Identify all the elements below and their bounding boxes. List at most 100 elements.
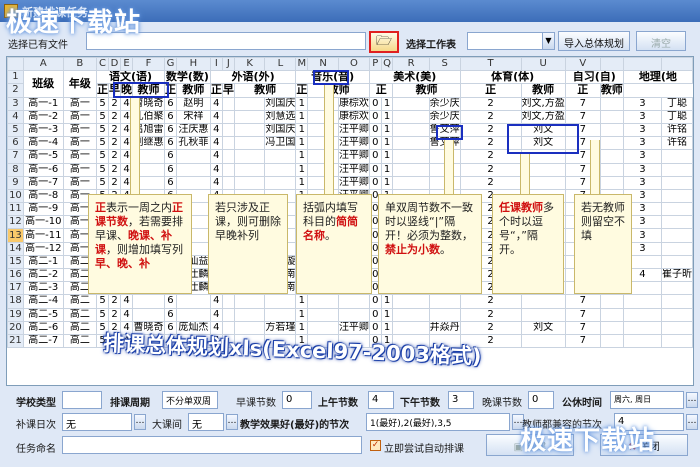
table-cell[interactable]: 2	[108, 122, 122, 138]
am-count-input[interactable]: 4	[368, 391, 394, 409]
table-cell[interactable]: 0	[368, 136, 382, 151]
table-cell[interactable]: 汪平卿	[337, 136, 370, 151]
table-cell[interactable]	[661, 254, 693, 270]
table-cell[interactable]: 汪庆惠	[175, 122, 211, 138]
row-header[interactable]: 3	[7, 96, 24, 111]
table-cell[interactable]: 高二-6	[22, 320, 64, 335]
table-cell[interactable]: 4	[209, 122, 223, 138]
col-letter[interactable]: D	[108, 57, 122, 72]
row-header[interactable]: 9	[7, 175, 24, 190]
table-cell[interactable]: 高一	[62, 109, 98, 124]
table-cell[interactable]: 2	[108, 96, 122, 111]
table-cell[interactable]: 6	[163, 136, 177, 151]
table-cell[interactable]	[661, 215, 693, 230]
header-cell[interactable]: 正	[459, 83, 522, 98]
table-cell[interactable]: 2	[459, 96, 522, 111]
row-header[interactable]: 14	[7, 241, 24, 256]
table-cell[interactable]: 5	[96, 149, 110, 164]
task-name-input[interactable]	[62, 436, 362, 454]
table-cell[interactable]	[661, 188, 693, 204]
table-cell[interactable]	[221, 136, 235, 151]
table-cell[interactable]	[221, 109, 235, 124]
table-cell[interactable]	[428, 307, 461, 322]
table-cell[interactable]	[221, 122, 235, 138]
table-cell[interactable]: 0	[368, 149, 382, 164]
big-break-picker-icon[interactable]: …	[226, 414, 238, 430]
col-letter[interactable]: O	[337, 57, 370, 72]
table-cell[interactable]	[233, 294, 266, 309]
table-cell[interactable]: 2	[108, 149, 122, 164]
table-cell[interactable]: 高一	[62, 175, 98, 190]
table-cell[interactable]: 汪平卿	[337, 320, 370, 335]
col-letter[interactable]: Q	[380, 57, 394, 72]
table-cell[interactable]: 1	[380, 149, 394, 164]
table-cell[interactable]: 2	[459, 109, 522, 124]
table-cell[interactable]	[520, 333, 566, 349]
table-cell[interactable]: 高一	[62, 136, 98, 151]
header-cell[interactable]: 教师	[520, 83, 566, 98]
table-cell[interactable]: 2	[108, 109, 122, 124]
table-cell[interactable]: 6	[163, 162, 177, 177]
table-cell[interactable]	[392, 294, 430, 309]
open-folder-button[interactable]: 🗁	[369, 31, 399, 53]
table-cell[interactable]	[264, 307, 297, 322]
table-cell[interactable]: 3	[622, 96, 663, 111]
table-cell[interactable]: 高一-7	[22, 175, 64, 190]
table-cell[interactable]: 6	[163, 96, 177, 111]
table-cell[interactable]	[622, 307, 663, 322]
table-cell[interactable]	[392, 175, 430, 190]
table-cell[interactable]: 1	[295, 307, 309, 322]
table-cell[interactable]: 4	[209, 175, 223, 190]
row-header[interactable]: 13	[7, 228, 24, 243]
table-cell[interactable]: 6	[163, 307, 177, 322]
table-cell[interactable]	[661, 281, 693, 296]
table-cell[interactable]	[622, 294, 663, 309]
table-cell[interactable]: 7	[564, 320, 601, 335]
table-cell[interactable]: 6	[163, 122, 177, 138]
table-cell[interactable]: 1	[380, 122, 394, 138]
table-cell[interactable]	[307, 320, 339, 335]
table-cell[interactable]: 7	[564, 333, 601, 349]
table-cell[interactable]	[392, 162, 430, 177]
col-letter[interactable]: R	[392, 57, 430, 72]
table-cell[interactable]: 刘文	[520, 320, 566, 335]
table-cell[interactable]	[233, 136, 266, 151]
table-cell[interactable]: 6	[163, 149, 177, 164]
table-cell[interactable]: 2	[459, 162, 522, 177]
table-cell[interactable]: 5	[96, 96, 110, 111]
makeup-days-picker-icon[interactable]: …	[134, 414, 146, 430]
table-cell[interactable]: 1	[295, 109, 309, 124]
table-cell[interactable]: 丁聪	[661, 109, 693, 124]
clear-button[interactable]: 清空	[636, 31, 686, 51]
table-cell[interactable]: 高二-4	[22, 294, 64, 309]
table-cell[interactable]: 3	[622, 122, 663, 138]
table-cell[interactable]: 高一-12	[22, 241, 64, 256]
table-cell[interactable]: 5	[96, 109, 110, 124]
table-cell[interactable]: 许铭	[661, 136, 693, 151]
table-cell[interactable]: 4	[209, 294, 223, 309]
table-cell[interactable]: 冯卫国	[264, 136, 297, 151]
table-cell[interactable]: 高一-4	[22, 136, 64, 151]
table-cell[interactable]: 高一-1	[22, 96, 64, 111]
table-cell[interactable]: 高一-3	[22, 122, 64, 138]
table-cell[interactable]: 高一	[62, 122, 98, 138]
table-cell[interactable]: 5	[96, 136, 110, 151]
auto-schedule-checkbox[interactable]: ✓	[370, 440, 381, 451]
table-cell[interactable]: 4	[120, 294, 134, 309]
table-cell[interactable]	[264, 175, 297, 190]
table-cell[interactable]	[221, 175, 235, 190]
table-cell[interactable]	[175, 294, 211, 309]
col-letter[interactable]: U	[520, 57, 566, 72]
table-cell[interactable]	[392, 149, 430, 164]
table-cell[interactable]: 1	[295, 294, 309, 309]
teacher-compatible-picker-icon[interactable]: …	[686, 414, 698, 430]
header-cell[interactable]: 正	[368, 83, 394, 98]
table-cell[interactable]	[233, 307, 266, 322]
row-header[interactable]: 1	[7, 70, 24, 85]
header-cell[interactable]: 教师	[233, 83, 297, 98]
table-cell[interactable]: 汪平卿	[337, 122, 370, 138]
table-cell[interactable]: 高一	[62, 149, 98, 164]
table-cell[interactable]: 5	[96, 162, 110, 177]
table-cell[interactable]	[661, 162, 693, 177]
row-header[interactable]: 2	[7, 83, 24, 98]
